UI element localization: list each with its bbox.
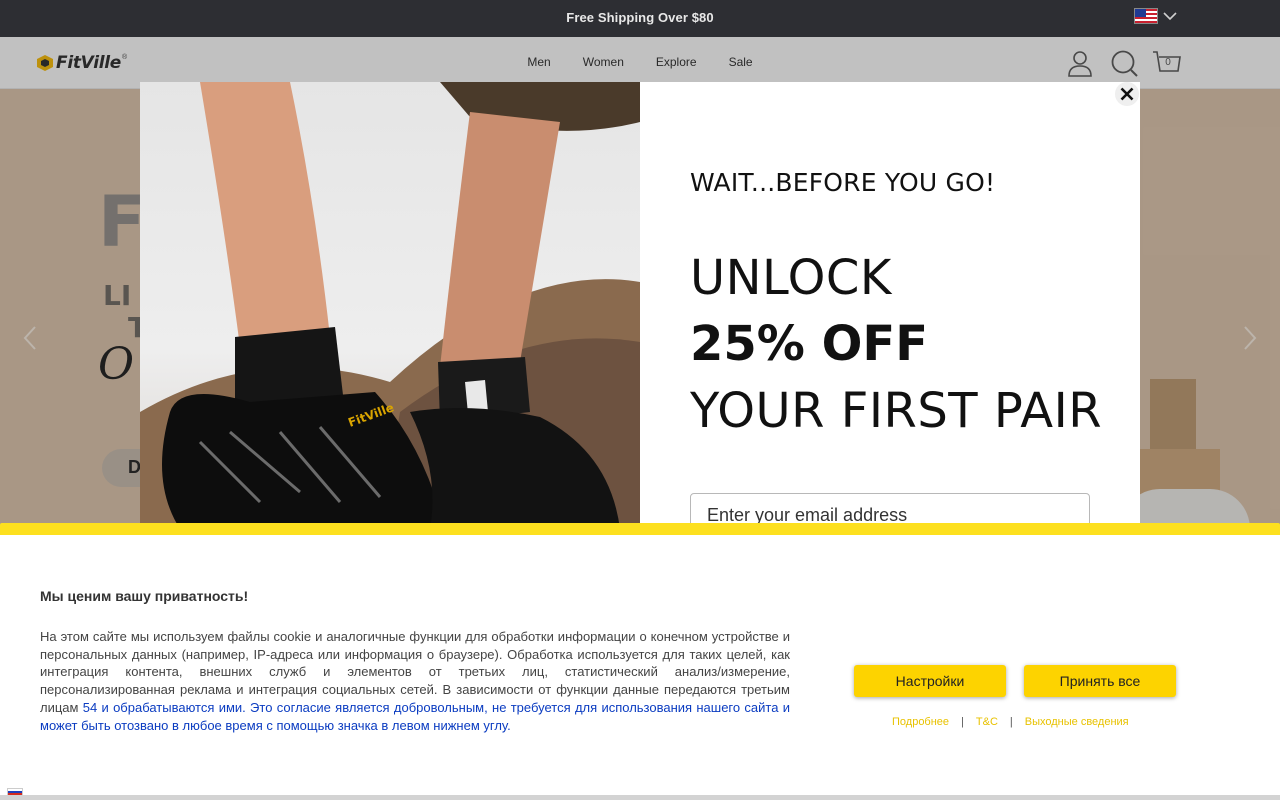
close-icon[interactable] — [1115, 82, 1139, 106]
modal-unlock-text: UNLOCK — [690, 250, 892, 306]
email-signup-modal: FitVille WAIT...BEFORE YOU GO! UNLOCK 25… — [140, 82, 1140, 529]
cookie-partners-link[interactable]: 54 и обрабатываются ими. Это согласие яв… — [40, 700, 790, 733]
link-separator: | — [961, 716, 964, 728]
us-flag-icon[interactable] — [1134, 8, 1158, 24]
hiker-shoes-image: FitVille — [140, 82, 640, 529]
bottom-strip — [0, 795, 1280, 800]
announcement-bar: Free Shipping Over $80 — [0, 0, 1280, 37]
chevron-down-icon[interactable] — [1162, 8, 1178, 24]
modal-offer-text: 25% OFF — [690, 316, 928, 372]
announcement-text: Free Shipping Over $80 — [566, 10, 714, 25]
modal-content: WAIT...BEFORE YOU GO! UNLOCK 25% OFF YOU… — [640, 82, 1140, 529]
cookie-link-tc[interactable]: T&C — [976, 716, 998, 728]
modal-first-pair-text: YOUR FIRST PAIR — [690, 383, 1103, 439]
modal-photo: FitVille — [140, 82, 640, 529]
cookie-link-more[interactable]: Подробнее — [892, 716, 949, 728]
cookie-settings-button[interactable]: Настройки — [854, 665, 1006, 697]
cookie-body: На этом сайте мы используем файлы cookie… — [40, 628, 790, 734]
cookie-link-imprint[interactable]: Выходные сведения — [1025, 716, 1129, 728]
link-separator: | — [1009, 716, 1013, 728]
cookie-accept-all-button[interactable]: Принять все — [1024, 665, 1176, 697]
modal-wait-heading: WAIT...BEFORE YOU GO! — [690, 168, 996, 197]
cookie-title: Мы ценим вашу приватность! — [40, 588, 249, 604]
cookie-consent-banner: Мы ценим вашу приватность! На этом сайте… — [0, 523, 1280, 796]
cookie-links: Подробнее | T&C | Выходные сведения — [892, 716, 1129, 728]
